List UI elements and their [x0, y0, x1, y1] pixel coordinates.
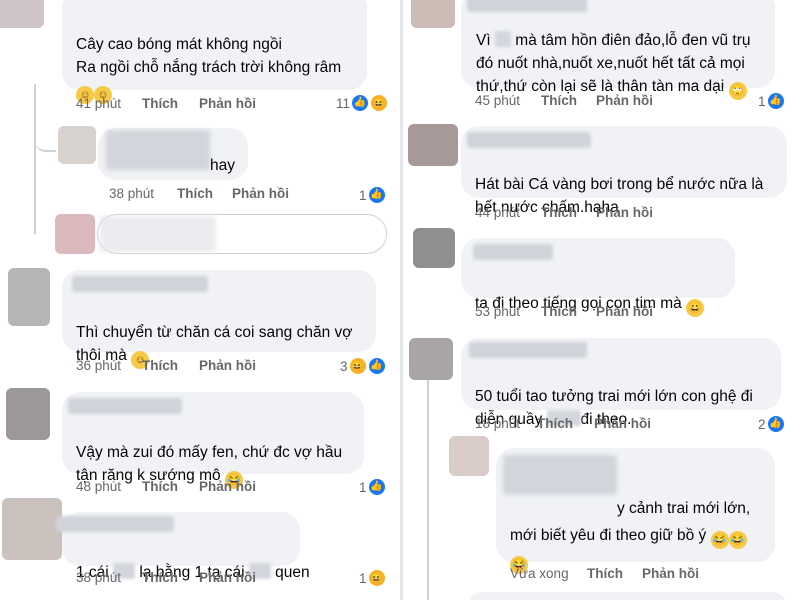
comment-time[interactable]: Vừa xong: [510, 566, 587, 581]
comment-actions: 36 phút Thích Phản hồi: [76, 358, 256, 373]
haha-reaction-icon: 😆: [348, 357, 367, 375]
avatar[interactable]: [8, 268, 50, 326]
reply-link[interactable]: Phản hồi: [199, 358, 256, 373]
comment-bubble-partial: [467, 592, 787, 600]
avatar[interactable]: [6, 388, 50, 440]
comment-actions: 48 phút Thích Phản hồi: [76, 479, 256, 494]
reaction-summary[interactable]: 2 👍: [758, 415, 785, 433]
avatar[interactable]: [2, 498, 62, 560]
comment-text: mới biết yêu đi theo giữ bồ ý 😂 😂 😂: [510, 501, 747, 574]
blurred-region: [100, 216, 216, 252]
reaction-summary[interactable]: 1 👍: [359, 186, 386, 204]
avatar[interactable]: [409, 338, 453, 380]
comment-actions: Vừa xong Thích Phản hồi: [510, 566, 699, 581]
avatar[interactable]: [408, 124, 458, 166]
comment-actions: 38 phút Thích Phản hồi: [109, 186, 289, 201]
like-reaction-icon: 👍: [351, 94, 370, 112]
like-reaction-icon: 👍: [766, 415, 785, 433]
like-link[interactable]: Thích: [537, 416, 594, 431]
rofl-emoji-icon: 😂: [728, 531, 747, 549]
like-link[interactable]: Thích: [541, 304, 596, 319]
author-name-blurred: [72, 276, 208, 292]
reply-link[interactable]: Phản hồi: [199, 479, 256, 494]
like-reaction-icon: 👍: [367, 478, 386, 496]
comment-actions: 44 phút Thích Phản hồi: [475, 205, 653, 220]
like-link[interactable]: Thích: [142, 479, 199, 494]
reaction-summary[interactable]: 11 👍 😆: [336, 94, 389, 112]
reaction-summary[interactable]: 1 👍: [758, 92, 785, 110]
comment-text: Vì mà tâm hồn điên đảo,lỗ đen vũ trụ đó n…: [476, 6, 751, 100]
avatar[interactable]: [0, 0, 44, 28]
haha-reaction-icon: 😆: [370, 94, 389, 112]
rolling-eyes-emoji-icon: 🙄: [728, 82, 747, 100]
author-name-blurred: [56, 516, 174, 532]
comment-time[interactable]: 41 phút: [76, 96, 142, 111]
reaction-summary[interactable]: 1 👍: [359, 478, 386, 496]
comment-time[interactable]: 45 phút: [475, 93, 541, 108]
reply-link[interactable]: Phản hồi: [596, 205, 653, 220]
comment-actions: 41 phút Thích Phản hồi: [76, 96, 256, 111]
reaction-summary[interactable]: 1 😆: [359, 569, 386, 587]
like-reaction-icon: 👍: [766, 92, 785, 110]
grin-emoji-icon: 😀: [686, 299, 705, 317]
comment-actions: 18 phút Thích Phản hồi: [475, 416, 651, 431]
comment-text: hay: [210, 157, 235, 174]
comment-time[interactable]: 38 phút: [76, 570, 142, 585]
comment-time[interactable]: 48 phút: [76, 479, 142, 494]
like-link[interactable]: Thích: [142, 570, 199, 585]
reply-link[interactable]: Phản hồi: [594, 416, 651, 431]
like-link[interactable]: Thích: [142, 96, 199, 111]
avatar[interactable]: [449, 436, 489, 476]
like-link[interactable]: Thích: [541, 205, 596, 220]
reply-link[interactable]: Phản hồi: [642, 566, 699, 581]
comment-time[interactable]: 18 phút: [475, 416, 537, 431]
comment-time[interactable]: 36 phút: [76, 358, 142, 373]
author-name-blurred: [467, 132, 591, 148]
author-name-blurred: [503, 455, 617, 495]
comment-text: Cây cao bóng mát không ngồi Ra ngồi chỗ n…: [76, 10, 341, 104]
author-name-blurred: [473, 244, 553, 260]
haha-reaction-icon: 😆: [367, 569, 386, 587]
masked-word: [494, 31, 511, 47]
reply-link[interactable]: Phản hồi: [596, 304, 653, 319]
comment-actions: 45 phút Thích Phản hồi: [475, 93, 653, 108]
comment-actions: 38 phút Thích Phản hồi: [76, 570, 256, 585]
comment-actions: 53 phút Thích Phản hồi: [475, 304, 653, 319]
reaction-summary[interactable]: 3 😆 👍: [340, 357, 386, 375]
avatar[interactable]: [58, 126, 96, 164]
author-name-blurred: [106, 130, 210, 170]
like-link[interactable]: Thích: [587, 566, 642, 581]
like-reaction-icon: 👍: [367, 186, 386, 204]
reply-link[interactable]: Phản hồi: [596, 93, 653, 108]
comment-column-left: Cây cao bóng mát không ngồi Ra ngồi chỗ n…: [0, 0, 400, 600]
rofl-emoji-icon: 😂: [710, 531, 729, 549]
avatar[interactable]: [413, 228, 455, 268]
author-name-blurred: [469, 342, 587, 358]
like-link[interactable]: Thích: [177, 186, 232, 201]
comment-time[interactable]: 38 phút: [109, 186, 177, 201]
like-link[interactable]: Thích: [142, 358, 199, 373]
thread-connector: [34, 100, 56, 152]
like-link[interactable]: Thích: [541, 93, 596, 108]
like-reaction-icon: 👍: [367, 357, 386, 375]
avatar: [55, 214, 95, 254]
avatar[interactable]: [411, 0, 455, 28]
comment-time[interactable]: 53 phút: [475, 304, 541, 319]
comment-column-right: Vì mà tâm hồn điên đảo,lỗ đen vũ trụ đó n…: [403, 0, 800, 600]
comment-time[interactable]: 44 phút: [475, 205, 541, 220]
reply-link[interactable]: Phản hồi: [199, 570, 256, 585]
reply-link[interactable]: Phản hồi: [232, 186, 289, 201]
thread-line: [427, 380, 429, 600]
author-name-blurred: [68, 398, 182, 414]
reply-link[interactable]: Phản hồi: [199, 96, 256, 111]
